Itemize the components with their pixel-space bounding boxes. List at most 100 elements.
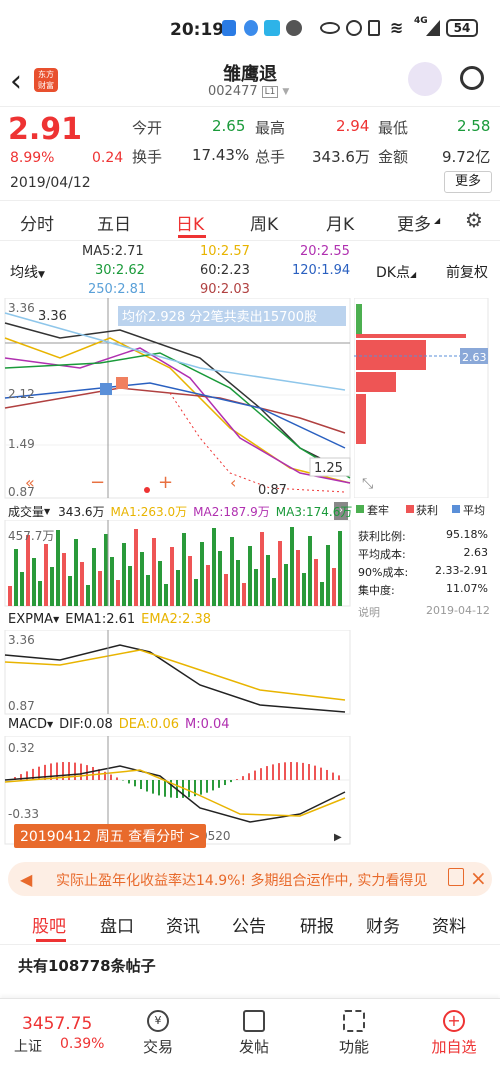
- volume-bar: [326, 545, 330, 606]
- macd-bar: [266, 766, 268, 780]
- volume-bar: [128, 566, 132, 606]
- ma-select[interactable]: 均线▼: [10, 262, 45, 282]
- legend-trapped: 套牢: [367, 504, 389, 517]
- tab-more[interactable]: 更多: [397, 210, 431, 235]
- back-icon[interactable]: ‹: [10, 64, 22, 99]
- expma-chart[interactable]: 3.36 0.87: [0, 630, 352, 716]
- kline-mid1: 2.12: [8, 387, 35, 401]
- scroll-back-icon[interactable]: ‹: [230, 473, 236, 492]
- subtab-finance[interactable]: 财务: [366, 912, 400, 937]
- tab-weekly-k[interactable]: 周K: [250, 210, 278, 235]
- yen-icon: ¥: [147, 1010, 169, 1032]
- volume-chart[interactable]: 457.7万: [0, 520, 352, 608]
- amount-value: 9.72亿: [442, 148, 491, 166]
- macd-bar: [308, 764, 310, 780]
- macd-bar: [158, 780, 160, 796]
- volume-bar: [50, 567, 54, 606]
- legend-profit: 获利: [416, 504, 438, 517]
- volume-bar: [212, 528, 216, 606]
- subtab-news[interactable]: 资讯: [166, 912, 200, 937]
- tab-indicator: [178, 235, 206, 238]
- volume-bar: [248, 546, 252, 606]
- volume-ma2: MA2:187.9万: [193, 505, 270, 519]
- status-bar: 20:19 ≋ 4G 54: [0, 0, 500, 58]
- chevron-down-icon: ▼: [282, 86, 290, 97]
- ad-banner[interactable]: ◀ 实际止盈年化收益率达14.9%! 多期组合运作中, 实力看得见 ×: [8, 862, 492, 896]
- macd-bar: [110, 774, 112, 780]
- gear-icon[interactable]: ⚙: [465, 208, 483, 232]
- volume-bar: [338, 531, 342, 606]
- close-icon[interactable]: ×: [470, 866, 487, 890]
- volume-select[interactable]: 成交量: [8, 503, 44, 520]
- nav-trade[interactable]: ¥ 交易: [138, 1010, 178, 1057]
- tab-daily-k[interactable]: 日K: [176, 210, 204, 235]
- zoom-in-icon[interactable]: +: [158, 472, 173, 493]
- signal-icon: [426, 20, 440, 36]
- adjust-button[interactable]: 前复权: [446, 262, 488, 282]
- more-button[interactable]: 更多: [444, 171, 492, 193]
- macd-select[interactable]: MACD: [8, 717, 47, 732]
- nav-function[interactable]: 功能: [334, 1010, 374, 1057]
- subtab-profile[interactable]: 资料: [432, 912, 466, 937]
- pause-icon[interactable]: [448, 868, 464, 886]
- chip-distribution-chart[interactable]: 2.63 ⤡: [354, 298, 494, 498]
- volume-bar: [266, 555, 270, 606]
- chip-note-link[interactable]: 说明: [358, 604, 380, 620]
- nav-trade-label: 交易: [142, 1038, 173, 1056]
- kline-tooltip: 均价2.928 分2笔共卖出15700股: [122, 309, 317, 325]
- tab-5day[interactable]: 五日: [97, 210, 131, 235]
- index-value[interactable]: 3457.75: [22, 1014, 92, 1034]
- dk-button[interactable]: DK点◢: [376, 262, 416, 282]
- chip-row-value: 2.33-2.91: [435, 564, 488, 577]
- nav-add-watch[interactable]: + 加自选: [424, 1010, 484, 1057]
- ma250: 250:2.81: [88, 282, 147, 297]
- macd-bar: [146, 780, 148, 792]
- volume-value: 343.6万: [58, 505, 105, 519]
- volume-bar: [80, 562, 84, 606]
- volume-ma3: MA3:174.6万: [275, 505, 353, 519]
- battery-icon: 54: [446, 19, 478, 37]
- play-icon[interactable]: ▶: [334, 832, 342, 843]
- subtab-research[interactable]: 研报: [300, 912, 334, 937]
- subtab-guba[interactable]: 股吧: [32, 912, 66, 937]
- zoom-out-icon[interactable]: −: [90, 472, 105, 493]
- kline-chart[interactable]: 均价2.928 分2笔共卖出15700股 3.36 3.36 2.12 1.49…: [0, 298, 352, 500]
- macd-bar: [92, 766, 94, 780]
- edit-icon: [243, 1010, 265, 1032]
- macd-bar: [140, 780, 142, 790]
- search-icon[interactable]: [460, 66, 484, 90]
- code-text: 002477: [208, 84, 258, 99]
- robot-avatar-icon[interactable]: [408, 62, 442, 96]
- volume-bar: [308, 536, 312, 606]
- expand-icon[interactable]: ⤡: [362, 476, 373, 492]
- view-timeshare-badge[interactable]: 20190412 周五 查看分时 >: [14, 824, 207, 848]
- ema2: EMA2:2.38: [141, 612, 212, 627]
- volume-legend: 成交量 ▼ 343.6万 MA1:263.0万 MA2:187.9万 MA3:17…: [8, 503, 353, 520]
- expma-select[interactable]: EXPMA: [8, 612, 53, 627]
- stock-code[interactable]: 002477 L1 ▼: [208, 84, 289, 99]
- tab-timeshare[interactable]: 分时: [20, 210, 54, 235]
- volume-bar: [134, 529, 138, 606]
- ma10: 10:2.57: [200, 244, 250, 259]
- ma-select-label: 均线: [10, 265, 38, 281]
- megaphone-icon: ◀: [20, 870, 33, 889]
- chip-date: 2019-04-12: [426, 604, 490, 617]
- subtab-notice[interactable]: 公告: [232, 912, 266, 937]
- volume-bar: [146, 575, 150, 606]
- tab-monthly-k[interactable]: 月K: [326, 210, 354, 235]
- macd-dif: DIF:0.08: [59, 717, 113, 732]
- scroll-left-icon[interactable]: «: [25, 473, 35, 492]
- chip-row-label: 集中度:: [358, 584, 395, 597]
- volume-bar: [152, 538, 156, 606]
- nav-post[interactable]: 发帖: [234, 1010, 274, 1057]
- nav-function-label: 功能: [338, 1038, 369, 1056]
- volume-bar: [176, 570, 180, 606]
- ma5: MA5:2.71: [82, 244, 144, 259]
- subtab-indicator: [36, 939, 66, 942]
- volume-bar: [218, 551, 222, 606]
- chip-row-value: 11.07%: [446, 582, 488, 595]
- legend-average-swatch: [452, 505, 460, 513]
- subtab-pankou[interactable]: 盘口: [100, 912, 134, 937]
- volume-bar: [188, 556, 192, 606]
- volume-bar: [62, 553, 66, 606]
